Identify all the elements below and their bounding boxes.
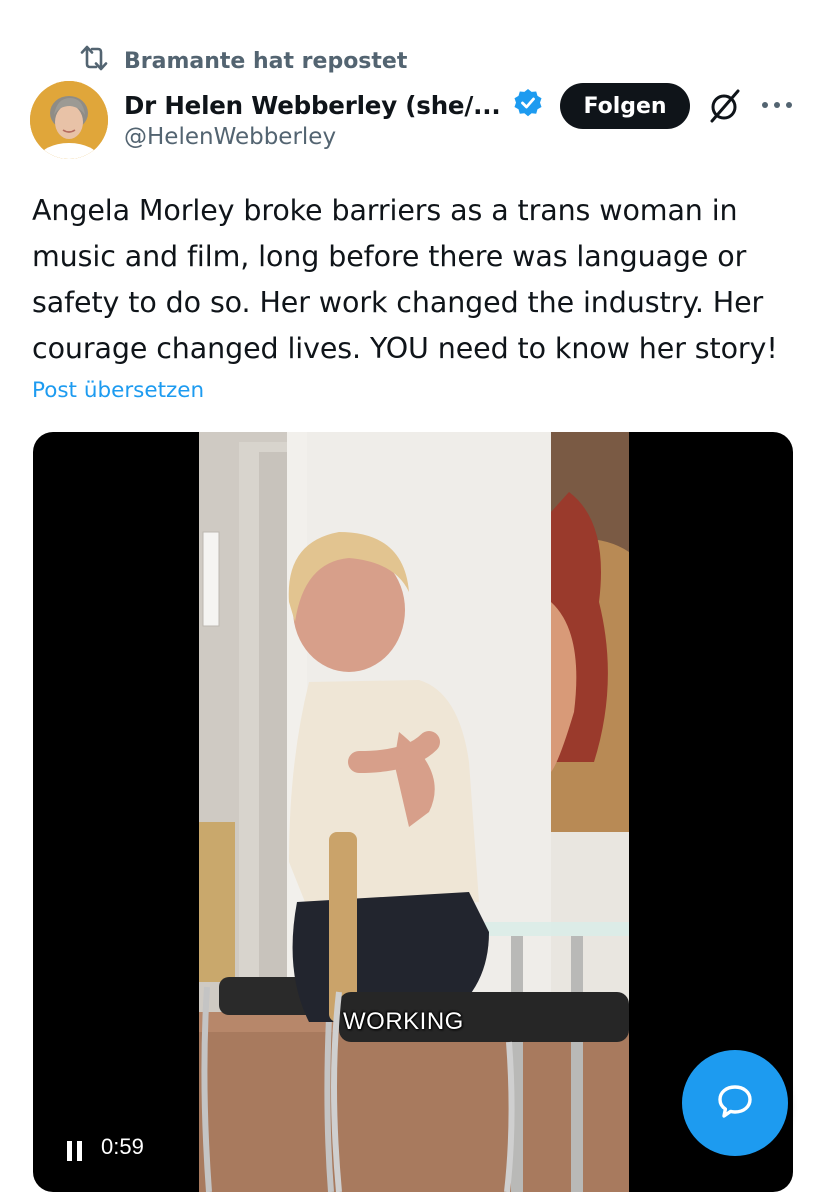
- follow-button[interactable]: Folgen: [560, 83, 690, 129]
- verified-badge-icon: [512, 87, 544, 123]
- video-timer: 0:59: [101, 1134, 144, 1159]
- video-frame: [199, 432, 629, 1192]
- chat-bubble-icon: [713, 1079, 757, 1127]
- tweet-text: Angela Morley broke barriers as a trans …: [32, 194, 778, 365]
- repost-label: Bramante hat repostet: [124, 48, 408, 74]
- avatar[interactable]: [30, 81, 108, 159]
- author-display-name[interactable]: Dr Helen Webberley (she/...: [124, 91, 501, 120]
- repost-indicator[interactable]: Bramante hat repostet: [78, 44, 407, 78]
- video-player[interactable]: WORKING 0:59: [33, 432, 793, 1192]
- repost-icon: [78, 43, 110, 79]
- author-name-row[interactable]: Dr Helen Webberley (she/...: [124, 86, 544, 124]
- video-caption: WORKING: [343, 1008, 464, 1035]
- author-handle[interactable]: @HelenWebberley: [124, 124, 336, 150]
- compose-button[interactable]: [682, 1050, 788, 1156]
- translate-link[interactable]: Post übersetzen: [32, 378, 204, 403]
